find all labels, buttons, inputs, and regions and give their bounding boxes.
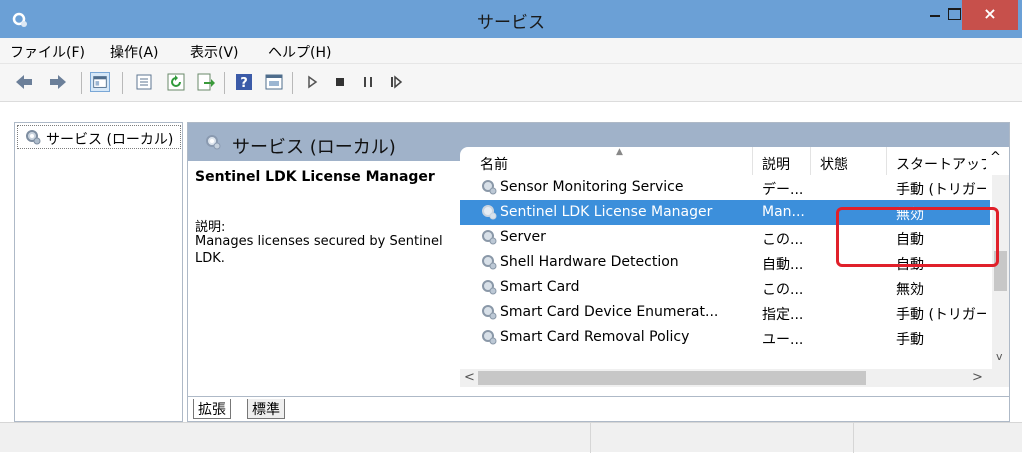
stop-icon[interactable] — [330, 72, 350, 92]
cell-name: Server — [500, 229, 546, 245]
cell-description: この... — [762, 282, 804, 298]
table-row[interactable]: Sensor Monitoring Service デー... 手動 (トリガー… — [460, 175, 990, 200]
tree-item-services-local[interactable]: サービス (ローカル) — [17, 125, 181, 149]
show-console-tree-icon[interactable] — [90, 72, 110, 92]
cell-name: Smart Card Device Enumerat... — [500, 304, 719, 320]
table-row[interactable]: Smart Card Removal Policy ユー... 手動 — [460, 325, 990, 350]
back-icon[interactable] — [14, 72, 34, 92]
cell-name: Smart Card Removal Policy — [500, 329, 690, 345]
svg-text:?: ? — [240, 76, 248, 91]
horizontal-scrollbar[interactable]: < > — [460, 369, 1009, 387]
cell-startup: 手動 (トリガー開 — [896, 307, 986, 323]
console-icon[interactable] — [264, 72, 284, 92]
service-gear-icon — [482, 255, 497, 270]
tree-item-label: サービス (ローカル) — [46, 132, 174, 148]
scroll-left-icon[interactable]: < — [464, 370, 475, 385]
services-window: サービス × ファイル(F) 操作(A) 表示(V) ヘルプ(H) ? サービス… — [0, 0, 1022, 453]
cell-name: Sentinel LDK License Manager — [500, 204, 713, 220]
start-icon[interactable] — [302, 72, 322, 92]
help-icon[interactable]: ? — [234, 72, 254, 92]
window-title: サービス — [477, 13, 545, 33]
selected-service-name: Sentinel LDK License Manager — [195, 169, 435, 185]
details-pane: サービス (ローカル) Sentinel LDK License Manager… — [187, 122, 1010, 422]
service-gear-icon — [482, 180, 497, 195]
title-bar: サービス × — [0, 0, 1022, 38]
column-header-description[interactable]: 説明 — [762, 154, 790, 174]
menu-action[interactable]: 操作(A) — [110, 42, 159, 62]
forward-icon[interactable] — [48, 72, 68, 92]
properties-icon[interactable] — [134, 72, 154, 92]
services-gear-icon — [26, 130, 41, 145]
service-gear-icon — [482, 330, 497, 345]
column-header-name[interactable]: 名前 — [480, 154, 508, 174]
service-gear-icon — [482, 280, 497, 295]
cell-description: 指定... — [762, 307, 804, 323]
table-row[interactable]: Smart Card Device Enumerat... 指定... 手動 (… — [460, 300, 990, 325]
export-list-icon[interactable] — [196, 72, 216, 92]
cell-description: この... — [762, 232, 804, 248]
column-header-startup-type[interactable]: スタートアップの — [896, 154, 986, 174]
restart-icon[interactable] — [386, 72, 406, 92]
services-gear-icon — [206, 135, 221, 150]
close-icon: × — [983, 4, 997, 23]
cell-name: Shell Hardware Detection — [500, 254, 679, 270]
minimize-button[interactable] — [918, 0, 952, 30]
sort-ascending-icon: ▲ — [616, 147, 623, 157]
startup-type-highlight — [836, 207, 999, 267]
details-header-title: サービス (ローカル) — [232, 137, 396, 158]
toolbar: ? — [0, 64, 1022, 102]
scroll-down-icon[interactable]: v — [996, 350, 1003, 363]
table-row[interactable]: Smart Card この... 無効 — [460, 275, 990, 300]
list-header: ▲ 名前 説明 状態 スタートアップの ^ — [460, 147, 1009, 175]
service-gear-icon — [482, 205, 497, 220]
menu-bar: ファイル(F) 操作(A) 表示(V) ヘルプ(H) — [0, 38, 1022, 64]
cell-startup: 手動 — [896, 332, 924, 348]
services-list: ▲ 名前 説明 状態 スタートアップの ^ Sensor Monitoring … — [460, 147, 1009, 397]
status-bar — [0, 422, 1022, 453]
vertical-scrollbar[interactable]: v — [992, 175, 1009, 369]
view-tabs: 拡張 標準 — [187, 396, 1010, 420]
scroll-up-icon[interactable]: ^ — [990, 150, 1001, 165]
cell-name: Smart Card — [500, 279, 580, 295]
description-text: Manages licenses secured by Sentinel LDK… — [195, 234, 443, 266]
cell-name: Sensor Monitoring Service — [500, 179, 684, 195]
cell-description: ユー... — [762, 332, 804, 348]
menu-help[interactable]: ヘルプ(H) — [268, 42, 331, 62]
refresh-icon[interactable] — [166, 72, 186, 92]
tab-standard[interactable]: 標準 — [247, 399, 285, 419]
pause-icon[interactable] — [358, 72, 378, 92]
console-tree-pane: サービス (ローカル) — [14, 122, 183, 422]
scroll-right-icon[interactable]: > — [972, 370, 983, 385]
service-gear-icon — [482, 305, 497, 320]
cell-description: デー... — [762, 182, 804, 198]
cell-startup: 無効 — [896, 282, 924, 298]
horizontal-scroll-thumb[interactable] — [478, 371, 866, 385]
service-gear-icon — [482, 230, 497, 245]
cell-description: Man... — [762, 204, 805, 220]
cell-description: 自動... — [762, 257, 804, 273]
cell-startup: 手動 (トリガー開 — [896, 182, 986, 198]
menu-file[interactable]: ファイル(F) — [10, 42, 85, 62]
close-button[interactable]: × — [962, 0, 1018, 30]
column-header-status[interactable]: 状態 — [820, 154, 848, 174]
menu-view[interactable]: 表示(V) — [190, 42, 239, 62]
tab-extended[interactable]: 拡張 — [193, 399, 231, 419]
service-description-panel: Sentinel LDK License Manager 説明: Manages… — [188, 161, 468, 381]
